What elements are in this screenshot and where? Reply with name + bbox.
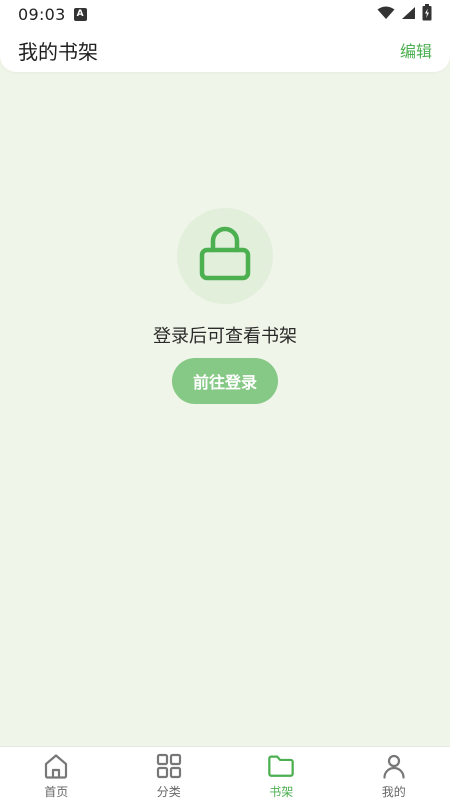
status-left: 09:03 A (18, 5, 87, 24)
page-title: 我的书架 (18, 39, 98, 64)
grid-icon (155, 752, 183, 780)
bottom-nav: 首页 分类 书架 我的 (0, 746, 450, 800)
a-letter-icon: A (73, 7, 87, 21)
signal-icon (401, 5, 416, 24)
folder-icon (267, 752, 295, 780)
battery-icon (422, 3, 432, 25)
nav-label-bookshelf: 书架 (269, 785, 294, 799)
wifi-icon (377, 5, 395, 24)
nav-label-category: 分类 (156, 785, 181, 799)
go-login-button[interactable]: 前往登录 (172, 358, 278, 404)
status-bar: 09:03 A (0, 0, 450, 28)
home-icon (42, 752, 70, 780)
person-icon (380, 752, 408, 780)
header: 我的书架 编辑 (0, 28, 450, 72)
screen: 09:03 A 我的书架 编辑 登录后可查看书架 前往登录 首页 分类 书架 我… (0, 0, 450, 800)
nav-label-home: 首页 (44, 785, 69, 799)
edit-button[interactable]: 编辑 (400, 38, 432, 62)
empty-state: 登录后可查看书架 前往登录 (0, 208, 450, 404)
nav-item-category[interactable]: 分类 (113, 747, 226, 800)
lock-icon-circle (177, 208, 273, 304)
empty-message: 登录后可查看书架 (153, 326, 297, 347)
nav-item-home[interactable]: 首页 (0, 747, 113, 800)
nav-item-bookshelf[interactable]: 书架 (225, 747, 338, 800)
nav-item-mine[interactable]: 我的 (338, 747, 450, 800)
status-right (377, 3, 432, 25)
nav-label-mine: 我的 (381, 785, 406, 799)
status-time: 09:03 (18, 4, 66, 24)
lock-icon (197, 224, 253, 288)
